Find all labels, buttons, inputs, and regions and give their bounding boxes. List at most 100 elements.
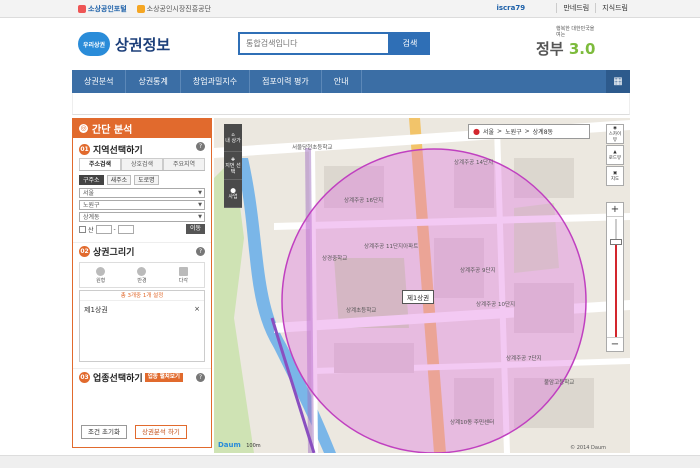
portal-logo-icon <box>78 5 86 13</box>
section-title: 지역선택하기 <box>93 146 143 156</box>
my-store-tool[interactable]: ⌂ 내 상가 <box>224 124 242 152</box>
draw-area-section: 02 상권그리기 ? 원형 반경 다각 총 3개중 1개 설정 제1상권 × <box>73 242 211 362</box>
area-name: 제1상권 <box>84 306 108 314</box>
nav-item-store-history[interactable]: 점포이력 평가 <box>250 70 322 93</box>
search-button[interactable]: 검색 <box>390 32 430 55</box>
search-box <box>238 32 390 55</box>
zoom-in-button[interactable]: + <box>607 203 623 217</box>
semas-logo-icon <box>136 5 145 13</box>
analyze-button[interactable]: 상권분석 하기 <box>134 425 187 439</box>
lot-select-tool[interactable]: ✚ 지번 선택 <box>224 152 242 180</box>
nav-item-density[interactable]: 창업과밀지수 <box>181 70 251 93</box>
search-type-tabs: 주소검색 상호검색 주요지역 <box>79 158 205 171</box>
map-copyright: © 2014 Daum <box>570 445 606 451</box>
map-label: 불암고등학교 <box>544 380 575 386</box>
analysis-icon: ◎ <box>79 124 88 133</box>
sbiz-portal-link[interactable]: 소상공인포털 <box>78 4 127 14</box>
area-label[interactable]: 제1상권 <box>402 290 435 304</box>
lot-sub-input[interactable] <box>117 224 134 234</box>
zoom-slider-handle[interactable] <box>610 239 622 245</box>
lot-main-input[interactable] <box>95 224 112 234</box>
radius-tool[interactable]: 반경 <box>137 263 147 287</box>
map-right-tools: ◉ 스카이뷰 ▲ 로드뷰 ▣ 지도 <box>606 124 624 187</box>
all-menu-grid-icon[interactable]: ▦ <box>606 70 630 93</box>
section-title: 상권그리기 <box>93 248 135 258</box>
map-label: 상계주공 16단지 <box>344 198 384 204</box>
zoom-level-fill <box>615 243 617 337</box>
step-number: 02 <box>79 246 90 257</box>
user-id[interactable]: iscra79 <box>496 4 550 12</box>
map-view[interactable]: 서울당현초등학교 상계주공 14단지 상계주공 16단지 상계주공 11단지아파… <box>214 118 630 453</box>
help-icon[interactable]: ? <box>196 373 205 382</box>
zoom-out-button[interactable]: − <box>607 337 623 351</box>
help-icon[interactable]: ? <box>196 142 205 151</box>
polygon-icon <box>178 266 188 276</box>
panel-actions: 조건 초기화 상권분석 하기 <box>81 425 187 439</box>
zoom-control: + − <box>606 202 624 352</box>
district-select[interactable]: 노원구 <box>79 200 205 210</box>
list-item[interactable]: 제1상권 × <box>80 301 204 319</box>
remove-area-icon[interactable]: × <box>194 305 200 315</box>
tab-address[interactable]: 주소검색 <box>79 158 121 170</box>
city-select[interactable]: 서울 <box>79 188 205 198</box>
nav-item-analysis[interactable]: 상권분석 <box>72 70 127 93</box>
map-label: 상계주공 11단지아파트 <box>364 244 419 250</box>
map-label: 상계10동 주민센터 <box>450 420 495 426</box>
business-select-section: 03 업종선택하기 업종 펼쳐보기 ? <box>73 368 211 386</box>
mountain-checkbox[interactable] <box>79 225 86 233</box>
sub-nav-bar <box>72 93 630 115</box>
map-left-tools: ⌂ 내 상가 ✚ 지번 선택 ⬤ 사업 <box>224 124 242 208</box>
section-title: 업종선택하기 <box>93 374 143 384</box>
circle-tool[interactable]: 원형 <box>96 263 105 287</box>
reset-button[interactable]: 조건 초기화 <box>81 425 127 439</box>
business-tool[interactable]: ⬤ 사업 <box>224 180 242 208</box>
map-canvas <box>214 118 630 453</box>
tab-store-name[interactable]: 상호검색 <box>121 158 163 170</box>
simple-analysis-panel: ◎ 간단 분석 01 지역선택하기 ? 주소검색 상호검색 주요지역 구주소 새… <box>72 118 212 448</box>
address-type-radios: 구주소 새주소 도로명 <box>79 175 205 185</box>
main-nav: 상권분석 상권통계 창업과밀지수 점포이력 평가 안내 ▦ <box>72 70 630 93</box>
map-label: 상계주공 14단지 <box>454 160 494 166</box>
step-number: 01 <box>79 144 90 155</box>
map-label: 상계초등학교 <box>346 308 377 314</box>
radio-old-address[interactable]: 구주소 <box>79 175 104 185</box>
step-number: 03 <box>79 372 90 383</box>
move-button[interactable]: 이동 <box>185 224 205 234</box>
map-button[interactable]: ▣ 지도 <box>606 166 624 186</box>
radius-icon <box>137 266 147 276</box>
panel-title: 간단 분석 <box>92 125 133 136</box>
expand-business-button[interactable]: 업종 펼쳐보기 <box>144 373 183 382</box>
site-logo[interactable]: 우리상권 상권정보 <box>78 32 170 56</box>
map-label: 상계주공 10단지 <box>476 302 516 308</box>
region-select-section: 01 지역선택하기 ? 주소검색 상호검색 주요지역 구주소 새주소 도로명 서… <box>73 138 211 234</box>
site-title: 상권정보 <box>115 35 171 54</box>
dong-select[interactable]: 상계동 <box>79 212 205 222</box>
tab-major-area[interactable]: 주요지역 <box>163 158 205 170</box>
radio-road-name[interactable]: 도로명 <box>134 175 159 185</box>
top-link-1[interactable]: 만네드림 <box>563 3 589 13</box>
polygon-tool[interactable]: 다각 <box>179 263 188 287</box>
brand-badge-icon: 우리상권 <box>78 32 110 56</box>
map-label: 서울당현초등학교 <box>292 145 333 151</box>
semas-link[interactable]: 소상공인시장진흥공단 <box>136 4 211 14</box>
skyview-button[interactable]: ◉ 스카이뷰 <box>606 124 624 144</box>
area-count-caption: 총 3개중 1개 설정 <box>80 291 204 301</box>
daum-logo: Daum 100m <box>218 441 261 449</box>
top-link-2[interactable]: 지식드림 <box>602 3 628 13</box>
gov3-logo: 행복한 대한민국을 여는 정부 3.0 <box>536 26 616 64</box>
help-icon[interactable]: ? <box>196 247 205 256</box>
draw-tools: 원형 반경 다각 <box>79 262 205 288</box>
panel-header: ◎ 간단 분석 <box>73 119 211 138</box>
radio-new-address[interactable]: 새주소 <box>106 175 132 185</box>
nav-item-stats[interactable]: 상권통계 <box>126 70 181 93</box>
search-input[interactable] <box>240 34 388 53</box>
area-list: 총 3개중 1개 설정 제1상권 × <box>79 290 205 362</box>
map-scale: 100m <box>246 443 261 449</box>
location-breadcrumb[interactable]: ● 서울 > 노원구 > 상계8동 <box>468 124 590 139</box>
lot-number-row: 산 - 이동 <box>79 224 205 234</box>
divider <box>595 3 597 13</box>
nav-item-guide[interactable]: 안내 <box>322 70 362 93</box>
mountain-label: 산 <box>88 226 94 234</box>
top-utility-bar: 소상공인포털 소상공인시장진흥공단 iscra79 만네드림 지식드림 <box>0 0 700 18</box>
roadview-button[interactable]: ▲ 로드뷰 <box>606 145 624 165</box>
